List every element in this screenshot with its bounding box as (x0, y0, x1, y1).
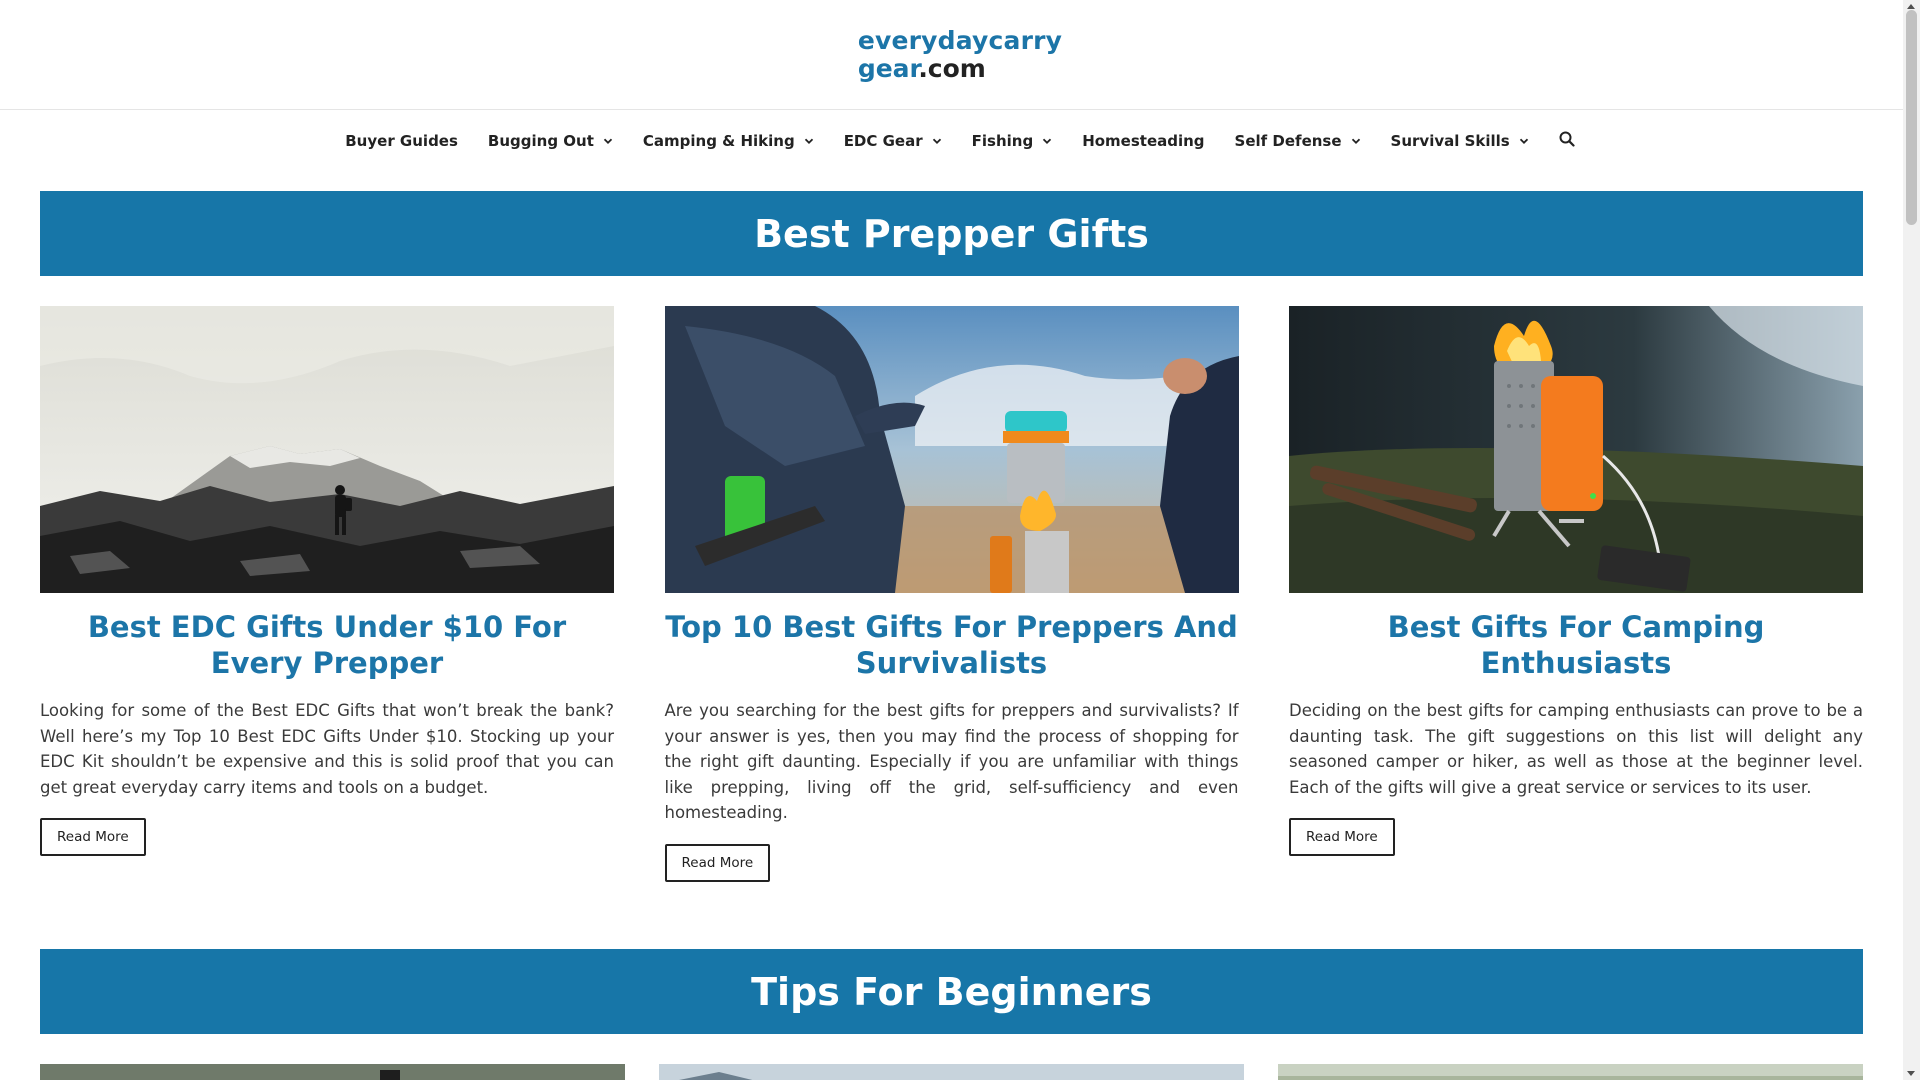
search-button[interactable] (1544, 131, 1590, 152)
nav-label: Self Defense (1234, 132, 1342, 150)
main-navigation: Buyer Guides Bugging Out Camping & Hikin… (0, 110, 1920, 172)
logo-gear: gear (857, 54, 919, 83)
nav-label: Buyer Guides (345, 132, 458, 150)
post-card: Best Gifts For Camping Enthusiasts Decid… (1289, 306, 1863, 882)
post-grid: Best EDC Gifts Under $10 For Every Prepp… (40, 306, 1863, 882)
chevron-down-icon (603, 136, 613, 146)
post-card: Best EDC Gifts Under $10 For Every Prepp… (40, 306, 614, 882)
search-icon (1559, 131, 1575, 152)
nav-item-fishing[interactable]: Fishing (957, 132, 1068, 150)
post-excerpt: Looking for some of the Best EDC Gifts t… (40, 701, 614, 797)
nav-label: Fishing (971, 132, 1034, 150)
nav-label: Homesteading (1082, 132, 1205, 150)
site-logo[interactable]: everydaycarry gear.com (858, 28, 1062, 81)
post-excerpt: Deciding on the best gifts for camping e… (1289, 701, 1863, 797)
chevron-down-icon (1351, 136, 1361, 146)
nav-item-camping-hiking[interactable]: Camping & Hiking (628, 132, 829, 150)
post-title[interactable]: Best EDC Gifts Under $10 For Every Prepp… (40, 609, 614, 681)
post-title[interactable]: Top 10 Best Gifts For Preppers And Survi… (665, 609, 1239, 681)
site-header: everydaycarry gear.com (0, 0, 1920, 110)
chevron-down-icon (1519, 136, 1529, 146)
section-heading: Best Prepper Gifts (754, 211, 1149, 256)
nav-label: Camping & Hiking (642, 132, 795, 150)
page: everydaycarry gear.com Buyer Guides Bugg… (0, 0, 1920, 1080)
section-heading: Tips For Beginners (751, 969, 1152, 1014)
chevron-down-icon (1042, 136, 1052, 146)
post-card: Top 10 Best Gifts For Preppers And Survi… (664, 306, 1239, 882)
page-scrollbar[interactable] (1903, 0, 1920, 1080)
scroll-up-icon[interactable] (1907, 4, 1915, 9)
read-more-button[interactable]: Read More (40, 818, 146, 856)
post-image-camp-stove[interactable] (664, 306, 1239, 593)
post-image-peek[interactable] (659, 1064, 1244, 1080)
nav-item-bugging-out[interactable]: Bugging Out (473, 132, 628, 150)
read-more-button[interactable]: Read More (1289, 818, 1395, 856)
nav-item-homesteading[interactable]: Homesteading (1067, 132, 1219, 150)
post-image-biolite-stove[interactable] (1289, 306, 1863, 593)
logo-domain: .com (918, 54, 986, 83)
scroll-thumb[interactable] (1906, 10, 1917, 225)
post-excerpt: Are you searching for the best gifts for… (664, 701, 1239, 822)
nav-item-self-defense[interactable]: Self Defense (1220, 132, 1376, 150)
nav-item-edc-gear[interactable]: EDC Gear (829, 132, 957, 150)
nav-label: Bugging Out (487, 132, 594, 150)
nav-item-survival-skills[interactable]: Survival Skills (1376, 132, 1544, 150)
scroll-down-icon[interactable] (1907, 1071, 1915, 1076)
post-image-mountain-hiker[interactable] (40, 306, 614, 593)
chevron-down-icon (932, 136, 942, 146)
section-banner-prepper-gifts: Best Prepper Gifts (40, 191, 1863, 276)
post-title[interactable]: Best Gifts For Camping Enthusiasts (1289, 609, 1863, 681)
read-more-button[interactable]: Read More (664, 843, 771, 882)
nav-label: EDC Gear (843, 132, 923, 150)
nav-label: Survival Skills (1390, 132, 1510, 150)
post-image-peek[interactable] (1278, 1064, 1863, 1080)
nav-item-buyer-guides[interactable]: Buyer Guides (330, 132, 473, 150)
chevron-down-icon (804, 136, 814, 146)
post-image-peek[interactable] (40, 1064, 625, 1080)
logo-line-1: everydaycarry (857, 26, 1063, 55)
section-banner-tips-for-beginners: Tips For Beginners (40, 949, 1863, 1034)
logo-line-2: gear.com (858, 56, 1062, 81)
